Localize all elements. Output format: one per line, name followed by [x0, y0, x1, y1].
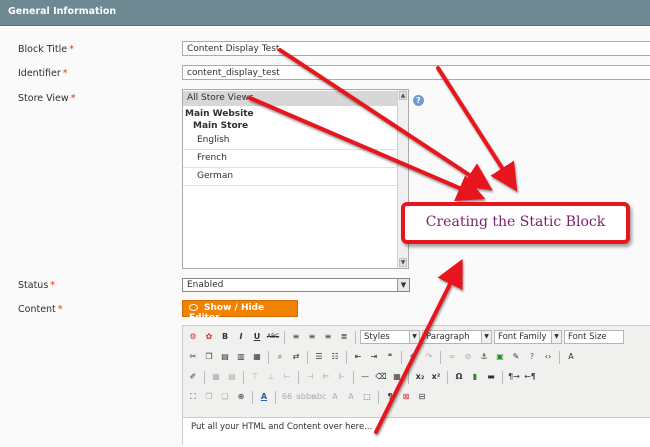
callout-text: Creating the Static Block [425, 214, 606, 230]
annotation-callout: Creating the Static Block [401, 202, 630, 244]
arrow-from-identifier [436, 66, 518, 192]
arrow-from-title [278, 48, 493, 191]
arrow-from-content [374, 258, 463, 434]
arrow-from-store-view [248, 96, 486, 201]
